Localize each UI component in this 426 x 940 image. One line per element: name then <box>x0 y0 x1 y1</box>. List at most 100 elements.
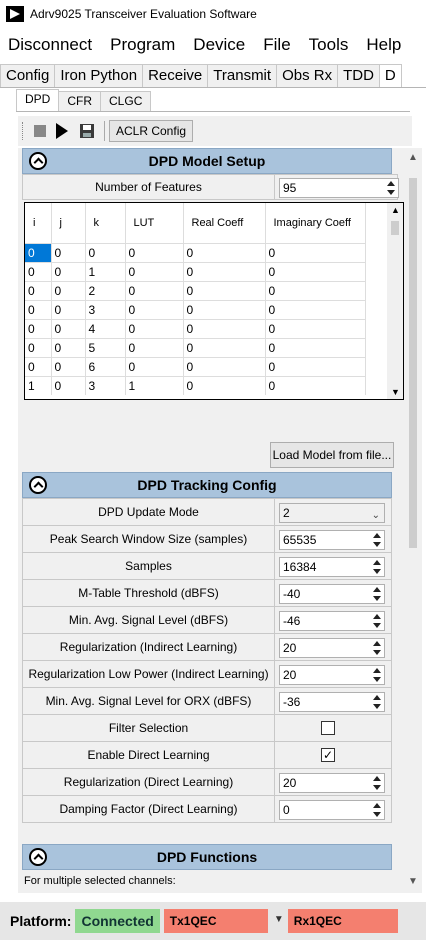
field-input[interactable]: 20 <box>279 665 385 685</box>
scroll-up-icon[interactable]: ▲ <box>391 205 400 215</box>
table-cell[interactable]: 0 <box>183 242 266 262</box>
tab-d[interactable]: D <box>378 64 402 87</box>
table-cell[interactable]: 0 <box>183 299 266 319</box>
grid-scroll-thumb[interactable] <box>391 221 399 235</box>
grid-scrollbar[interactable]: ▲ ▼ <box>387 203 403 399</box>
table-cell[interactable]: 0 <box>125 242 184 262</box>
table-cell[interactable]: 0 <box>25 318 52 338</box>
field-combo[interactable]: 2 ⌄ <box>279 503 385 523</box>
scroll-up-icon[interactable]: ▲ <box>408 152 418 163</box>
scroll-down-icon[interactable]: ▼ <box>391 387 400 397</box>
spinner-icon[interactable] <box>372 559 382 575</box>
table-cell[interactable]: 0 <box>183 337 266 357</box>
table-row[interactable]: 005000 <box>25 337 366 357</box>
pane-scrollbar[interactable]: ▲ ▼ <box>404 148 422 893</box>
table-cell[interactable]: 1 <box>125 375 184 395</box>
table-cell[interactable]: 0 <box>25 356 52 376</box>
field-input[interactable]: 16384 <box>279 557 385 577</box>
table-cell[interactable]: 0 <box>51 242 86 262</box>
field-input[interactable]: 65535 <box>279 530 385 550</box>
spinner-icon[interactable] <box>372 640 382 656</box>
num-features-input[interactable]: 95 <box>279 178 399 198</box>
table-cell[interactable]: 0 <box>265 318 366 338</box>
dpd-model-grid[interactable]: i j k LUT Real Coeff Imaginary Coeff 000… <box>24 202 404 400</box>
pane-scroll-thumb[interactable] <box>409 178 417 548</box>
table-cell[interactable]: 2 <box>85 280 126 300</box>
table-cell[interactable]: 0 <box>265 356 366 376</box>
table-cell[interactable]: 0 <box>51 280 86 300</box>
checkbox[interactable] <box>321 721 335 735</box>
table-cell[interactable]: 0 <box>85 242 126 262</box>
table-row[interactable]: 003000 <box>25 299 366 319</box>
table-cell[interactable]: 0 <box>51 375 86 395</box>
table-cell[interactable]: 0 <box>125 261 184 281</box>
table-cell[interactable]: 4 <box>85 318 126 338</box>
table-cell[interactable]: 0 <box>125 299 184 319</box>
table-cell[interactable]: 0 <box>183 375 266 395</box>
table-row[interactable]: 004000 <box>25 318 366 338</box>
field-input[interactable]: -40 <box>279 584 385 604</box>
table-cell[interactable]: 1 <box>25 375 52 395</box>
aclr-config-button[interactable]: ACLR Config <box>109 120 194 142</box>
spinner-icon[interactable] <box>386 180 396 196</box>
menu-file[interactable]: File <box>255 35 300 55</box>
table-cell[interactable]: 1 <box>85 261 126 281</box>
menu-program[interactable]: Program <box>102 35 185 55</box>
tab-cfr[interactable]: CFR <box>58 91 102 111</box>
table-cell[interactable]: 0 <box>51 318 86 338</box>
play-icon[interactable] <box>56 123 68 139</box>
table-cell[interactable]: 0 <box>265 242 366 262</box>
spinner-icon[interactable] <box>372 586 382 602</box>
table-cell[interactable]: 5 <box>85 337 126 357</box>
table-row[interactable]: 002000 <box>25 280 366 300</box>
field-input[interactable]: 20 <box>279 773 385 793</box>
table-cell[interactable]: 0 <box>25 337 52 357</box>
rx-status[interactable]: Rx1QEC <box>287 909 398 933</box>
menu-help[interactable]: Help <box>358 35 411 55</box>
field-input[interactable]: -46 <box>279 611 385 631</box>
tab-dpd[interactable]: DPD <box>16 89 60 111</box>
field-input[interactable]: 20 <box>279 638 385 658</box>
table-cell[interactable]: 6 <box>85 356 126 376</box>
spinner-icon[interactable] <box>372 667 382 683</box>
stop-icon[interactable] <box>34 125 46 137</box>
tab-iron-python[interactable]: Iron Python <box>54 64 144 87</box>
spinner-icon[interactable] <box>372 694 382 710</box>
table-cell[interactable]: 0 <box>265 299 366 319</box>
collapse-icon[interactable] <box>29 848 47 866</box>
table-row[interactable]: 000000 <box>25 242 366 262</box>
spinner-icon[interactable] <box>372 613 382 629</box>
table-cell[interactable]: 0 <box>265 375 366 395</box>
table-cell[interactable]: 0 <box>125 337 184 357</box>
tx-status[interactable]: Tx1QEC ▼ <box>163 909 284 933</box>
checkbox[interactable]: ✓ <box>321 748 335 762</box>
table-cell[interactable]: 0 <box>265 280 366 300</box>
table-cell[interactable]: 0 <box>51 337 86 357</box>
table-cell[interactable]: 0 <box>25 261 52 281</box>
tab-receive[interactable]: Receive <box>142 64 209 87</box>
menu-disconnect[interactable]: Disconnect <box>0 35 102 55</box>
toolbar-grip[interactable] <box>22 122 26 140</box>
chevron-down-icon[interactable]: ⌄ <box>372 507 380 525</box>
table-row[interactable]: 103100 <box>25 375 366 395</box>
table-cell[interactable]: 0 <box>25 299 52 319</box>
table-cell[interactable]: 0 <box>51 261 86 281</box>
table-cell[interactable]: 0 <box>51 356 86 376</box>
tab-tdd[interactable]: TDD <box>337 64 380 87</box>
table-cell[interactable]: 0 <box>25 280 52 300</box>
spinner-icon[interactable] <box>372 802 382 818</box>
collapse-icon[interactable] <box>29 476 47 494</box>
chevron-down-icon[interactable]: ▼ <box>274 914 284 925</box>
table-cell[interactable]: 0 <box>51 299 86 319</box>
field-input[interactable]: 0 <box>279 800 385 820</box>
table-cell[interactable]: 3 <box>85 375 126 395</box>
dpd-functions-header[interactable]: DPD Functions <box>22 844 392 870</box>
dpd-tracking-config-header[interactable]: DPD Tracking Config <box>22 472 392 498</box>
table-cell[interactable]: 3 <box>85 299 126 319</box>
table-cell[interactable]: 0 <box>25 242 52 262</box>
tab-config[interactable]: Config <box>0 64 56 87</box>
table-cell[interactable]: 0 <box>265 337 366 357</box>
spinner-icon[interactable] <box>372 775 382 791</box>
table-row[interactable]: 006000 <box>25 356 366 376</box>
field-input[interactable]: -36 <box>279 692 385 712</box>
